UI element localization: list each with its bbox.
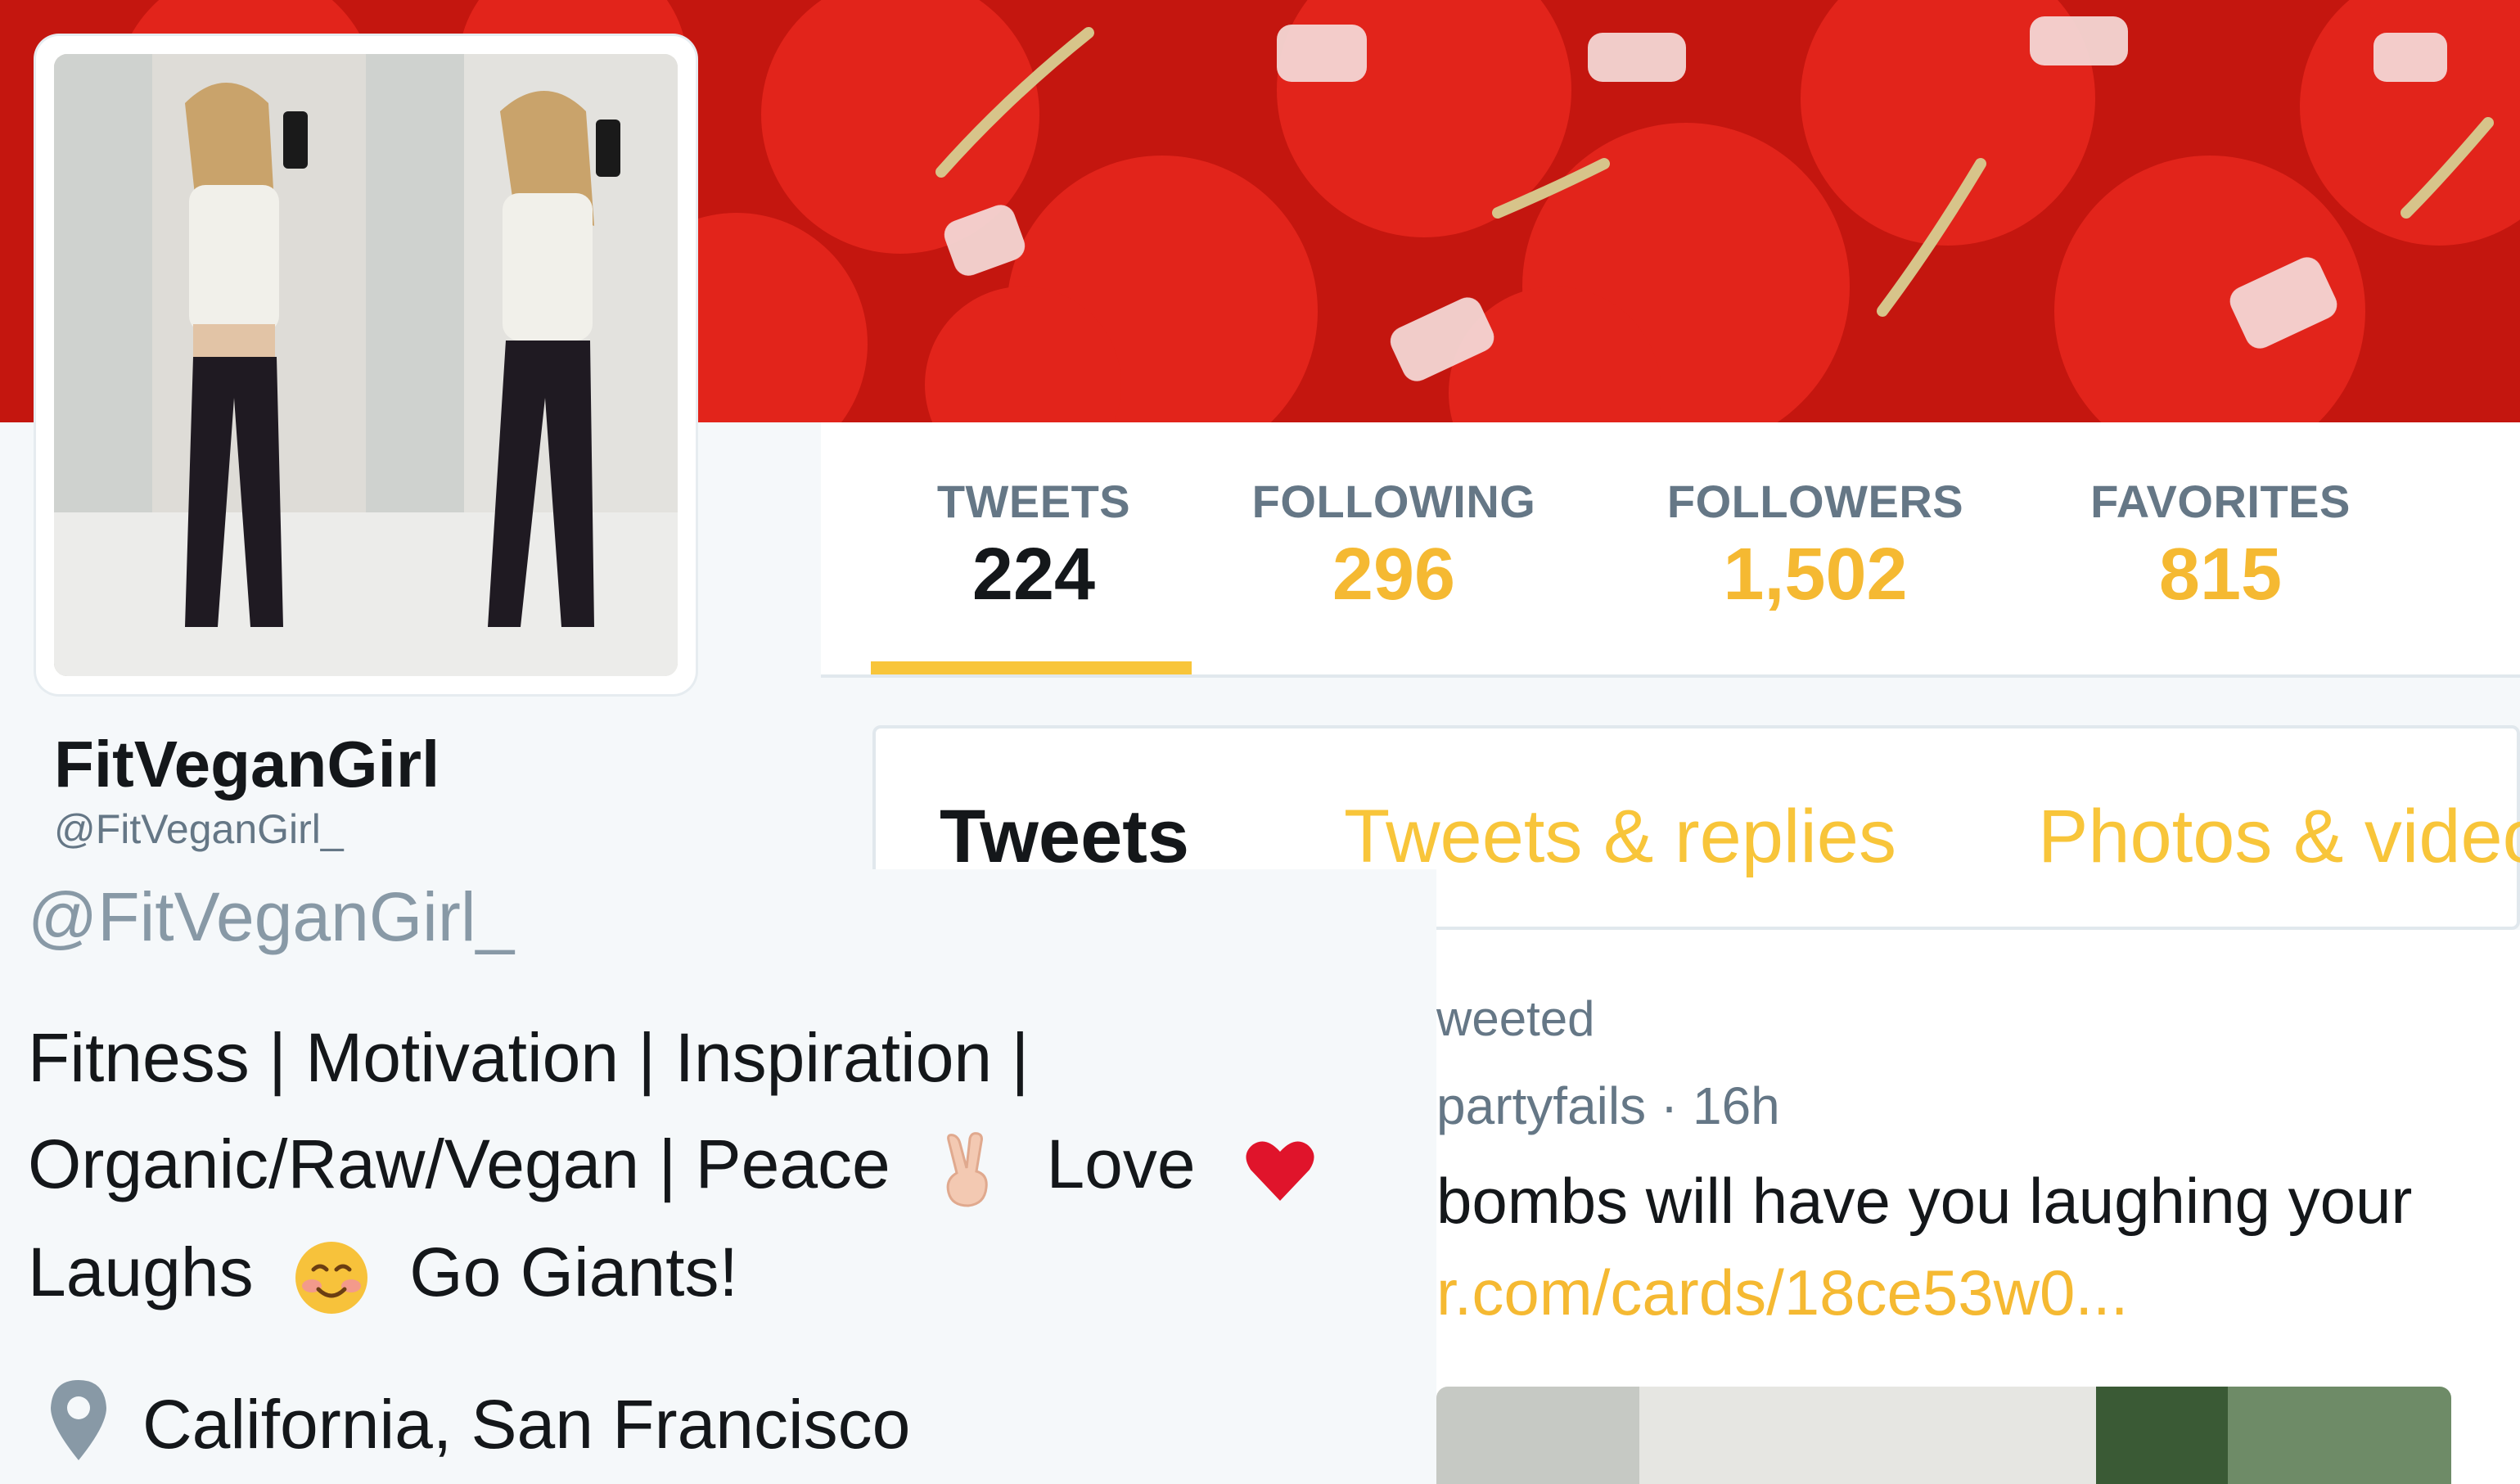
- profile-bio-card: @FitVeganGirl_ Fitness | Motivation | In…: [18, 869, 1436, 1484]
- bio-line-2a-text: Organic/Raw/Vegan | Peace: [28, 1125, 890, 1202]
- bio-line-1-text: Fitness | Motivation | Inspiration |: [28, 1019, 1030, 1096]
- stat-followers-value: 1,502: [1723, 534, 1908, 616]
- stat-favorites[interactable]: FAVORITES 815: [2081, 475, 2360, 617]
- stat-following-value: 296: [1332, 534, 1456, 616]
- profile-handle[interactable]: @FitVeganGirl_: [28, 877, 514, 957]
- victory-hand-emoji: [929, 1130, 1008, 1209]
- bio-line-2: Organic/Raw/Vegan | Peace Love: [28, 1125, 1319, 1209]
- active-stat-underline: [871, 661, 1192, 674]
- stat-favorites-value: 815: [2158, 534, 2283, 616]
- tweet-media-image[interactable]: [1436, 1387, 2451, 1484]
- profile-handle-small[interactable]: @FitVeganGirl_: [54, 805, 344, 853]
- stat-following[interactable]: FOLLOWING 296: [1246, 475, 1541, 617]
- stat-tweets-value: 224: [971, 534, 1096, 616]
- profile-location: California, San Francisco: [142, 1386, 911, 1463]
- tweet-text: bombs will have you laughing your: [1436, 1165, 2413, 1237]
- bio-line-2b-text: Love: [1046, 1125, 1196, 1202]
- tab-tweets[interactable]: Tweets: [940, 794, 1189, 880]
- bio-line-1: Fitness | Motivation | Inspiration |: [28, 1018, 1029, 1098]
- stat-tweets-label: TWEETS: [936, 476, 1131, 527]
- location-pin-wrap: [46, 1377, 111, 1468]
- avatar-photo: [54, 54, 678, 676]
- stat-followers-label: FOLLOWERS: [1666, 476, 1964, 527]
- heart-emoji: [1241, 1130, 1319, 1209]
- bio-line-3: Laughs Go Giants!: [28, 1233, 738, 1317]
- profile-page: TWEETS 224 FOLLOWING 296 FOLLOWERS 1,502…: [0, 0, 2520, 1484]
- tweet-meta[interactable]: partyfails · 16h: [1436, 1076, 1780, 1136]
- profile-avatar[interactable]: [36, 36, 696, 694]
- tab-photos-video[interactable]: Photos & video: [2038, 794, 2520, 880]
- stat-followers[interactable]: FOLLOWERS 1,502: [1664, 475, 1967, 617]
- tweet-link[interactable]: r.com/cards/18ce53w0...: [1436, 1256, 2128, 1330]
- smiling-face-emoji: [292, 1238, 371, 1317]
- bio-line-3a-text: Laughs: [28, 1234, 254, 1310]
- bio-line-3b-text: Go Giants!: [409, 1234, 738, 1310]
- tweet-item[interactable]: weeted partyfails · 16h bombs will have …: [1436, 930, 2520, 1484]
- map-pin-icon: [51, 1380, 106, 1460]
- stat-tweets[interactable]: TWEETS 224: [911, 475, 1156, 617]
- avatar-photo-image: [54, 54, 678, 676]
- tab-tweets-replies[interactable]: Tweets & replies: [1344, 794, 1896, 880]
- stat-favorites-label: FAVORITES: [2090, 476, 2351, 527]
- profile-stats-bar: TWEETS 224 FOLLOWING 296 FOLLOWERS 1,502…: [821, 422, 2520, 678]
- stat-following-label: FOLLOWING: [1251, 476, 1536, 527]
- retweet-label: weeted: [1436, 991, 1595, 1046]
- profile-display-name[interactable]: FitVeganGirl: [54, 727, 440, 802]
